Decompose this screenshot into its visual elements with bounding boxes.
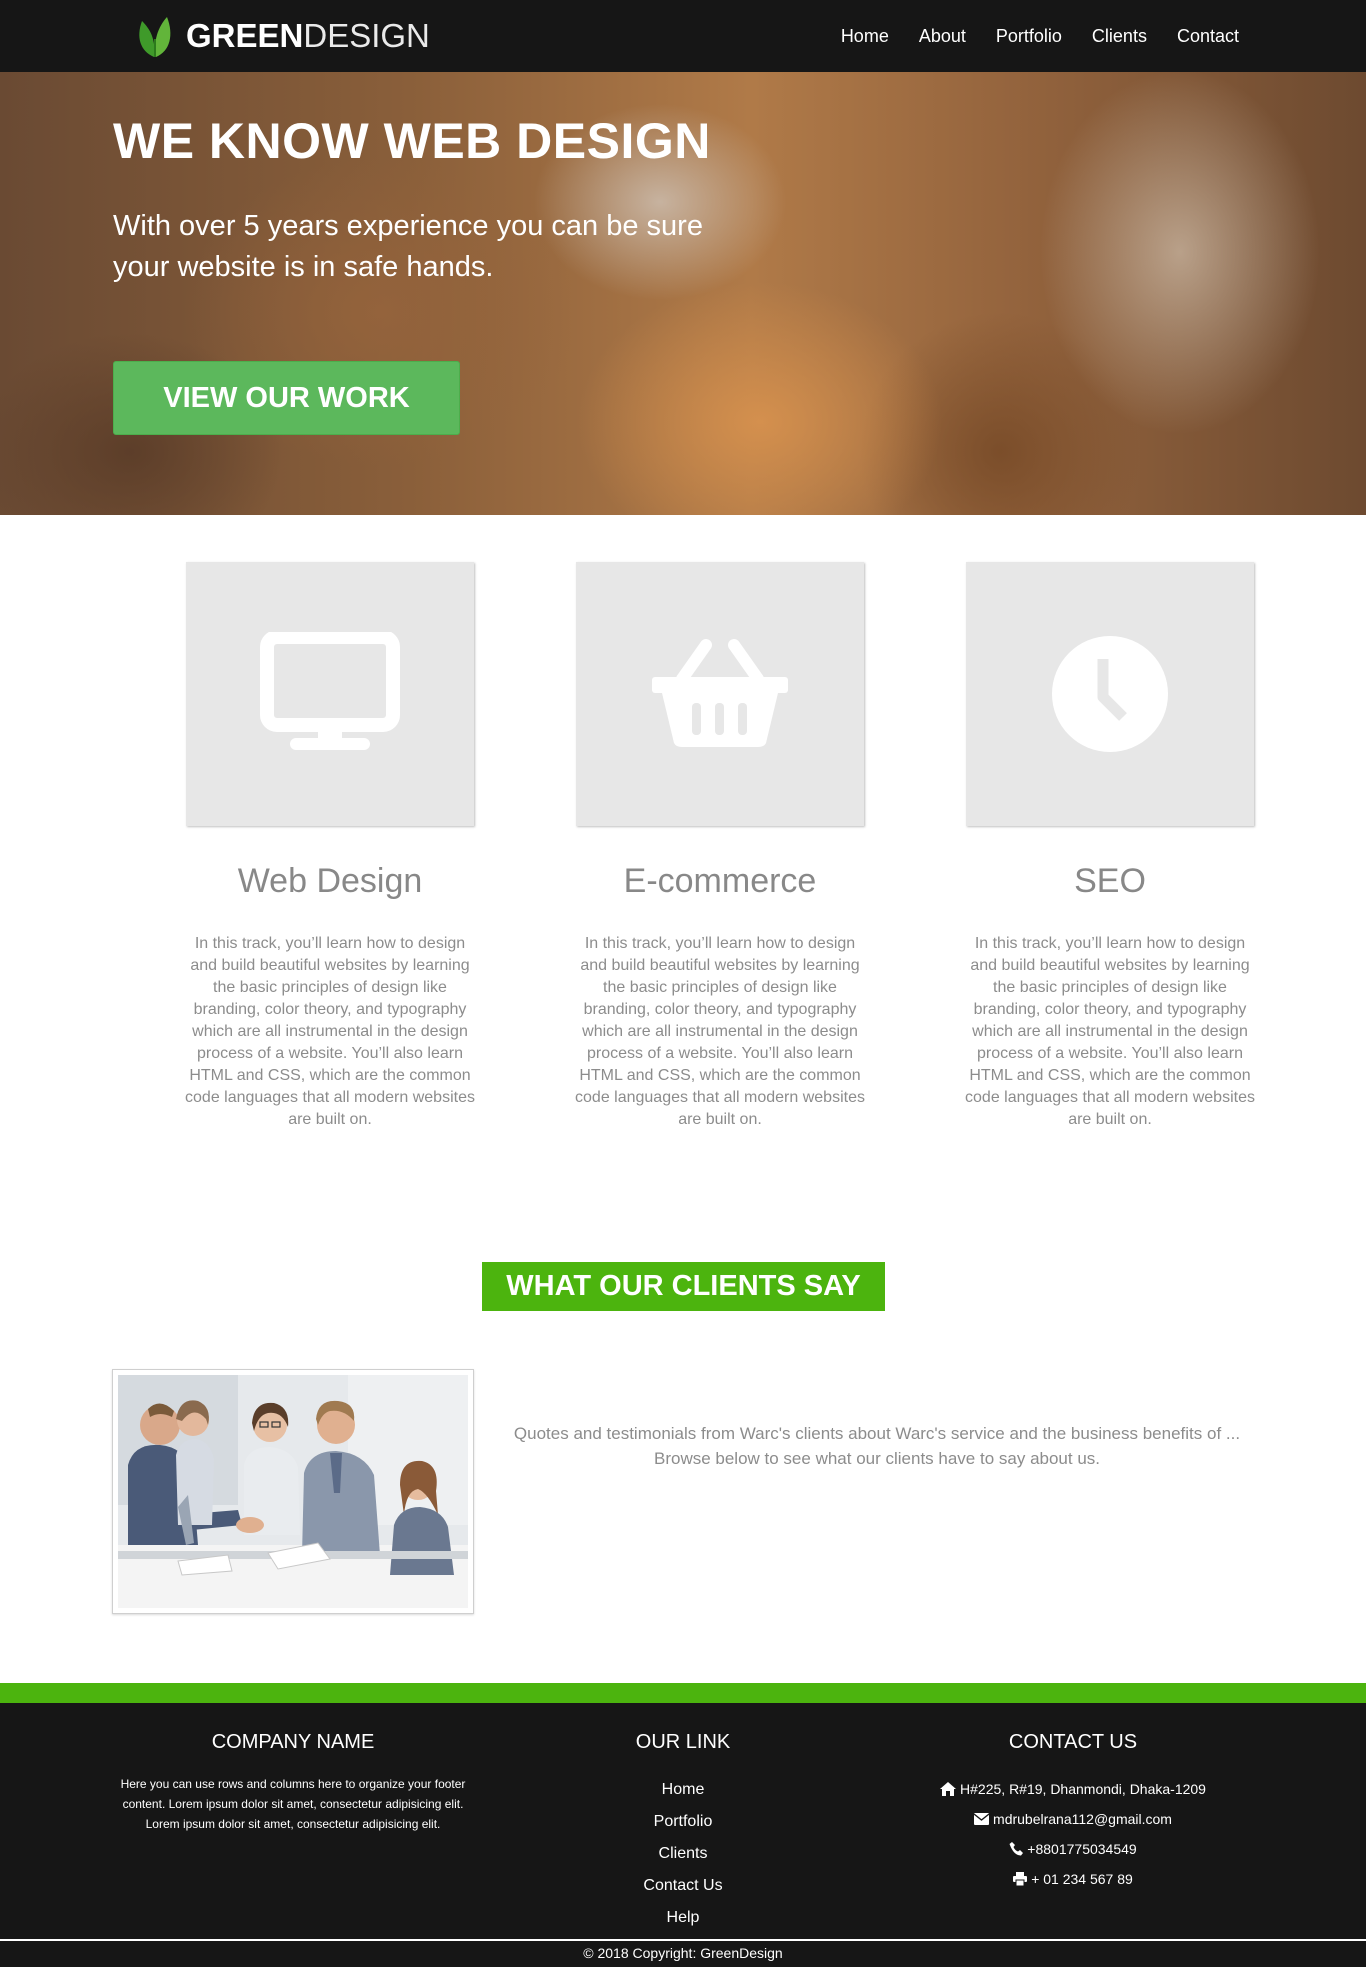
- navbar: GREENDESIGN Home About Portfolio Clients…: [0, 0, 1366, 72]
- client-testimonial-text: Quotes and testimonials from Warc's clie…: [513, 1424, 1241, 1468]
- monitor-icon: [260, 632, 400, 750]
- nav-link-portfolio[interactable]: Portfolio: [996, 26, 1062, 47]
- service-description: In this track, you’ll learn how to desig…: [185, 935, 475, 1128]
- logo-text-bold: GREEN: [186, 17, 304, 54]
- logo[interactable]: GREENDESIGN: [134, 10, 430, 62]
- nav-link-clients[interactable]: Clients: [1092, 26, 1147, 47]
- footer-company-text: Here you can use rows and columns here t…: [120, 1777, 466, 1831]
- footer: COMPANY NAME Here you can use rows and c…: [0, 1703, 1366, 1939]
- footer-address-text: H#225, R#19, Dhanmondi, Dhaka-1209: [960, 1781, 1206, 1797]
- clients-section-title: WHAT OUR CLIENTS SAY: [482, 1262, 885, 1311]
- nav-menu: Home About Portfolio Clients Contact: [811, 0, 1239, 72]
- footer-link-home[interactable]: Home: [600, 1774, 766, 1806]
- service-title: Web Design: [237, 862, 423, 900]
- footer-link-help[interactable]: Help: [600, 1902, 766, 1934]
- hero-title: WE KNOW WEB DESIGN: [113, 113, 711, 169]
- nav-link-about[interactable]: About: [919, 26, 966, 47]
- service-icon-box: [186, 562, 474, 826]
- leaf-logo-icon: [139, 17, 171, 57]
- phone-icon: [1009, 1842, 1024, 1856]
- service-icon-box: [576, 562, 864, 826]
- clock-icon: [1052, 636, 1168, 752]
- home-icon: [940, 1782, 957, 1796]
- footer-contact-title: CONTACT US: [1008, 1731, 1138, 1753]
- footer-accent-bar: [0, 1683, 1366, 1703]
- footer-links-title: OUR LINK: [635, 1731, 731, 1753]
- footer-link-contact-us[interactable]: Contact Us: [600, 1870, 766, 1902]
- footer-fax-text: + 01 234 567 89: [1031, 1871, 1133, 1887]
- footer-address: H#225, R#19, Dhanmondi, Dhaka-1209: [912, 1774, 1234, 1804]
- business-meeting-image: [118, 1375, 468, 1608]
- footer-link-portfolio[interactable]: Portfolio: [600, 1806, 766, 1838]
- hero-subtitle: With over 5 years experience you can be …: [113, 210, 703, 283]
- service-description: In this track, you’ll learn how to desig…: [965, 935, 1255, 1128]
- footer-phone-text[interactable]: +8801775034549: [1027, 1834, 1136, 1864]
- footer-links: OUR LINK Home Portfolio Clients Contact …: [600, 1731, 766, 1934]
- service-title: SEO: [1074, 862, 1146, 900]
- service-icon-box: [966, 562, 1254, 826]
- nav-link-contact[interactable]: Contact: [1177, 26, 1239, 47]
- envelope-icon: [974, 1813, 990, 1825]
- view-our-work-button[interactable]: VIEW OUR WORK: [113, 361, 460, 435]
- basket-icon: [652, 639, 788, 747]
- footer-email: mdrubelrana112@gmail.com: [912, 1804, 1234, 1834]
- footer-email-text[interactable]: mdrubelrana112@gmail.com: [993, 1804, 1172, 1834]
- footer-company: COMPANY NAME Here you can use rows and c…: [112, 1731, 474, 1834]
- footer-company-title: COMPANY NAME: [211, 1731, 375, 1753]
- service-title: E-commerce: [623, 862, 817, 900]
- hero-banner: WE KNOW WEB DESIGN With over 5 years exp…: [0, 72, 1366, 515]
- footer-fax: + 01 234 567 89: [912, 1864, 1234, 1894]
- client-photo: [112, 1369, 474, 1614]
- logo-text-light: DESIGN: [303, 17, 430, 54]
- footer-contact: CONTACT US H#225, R#19, Dhanmondi, Dhaka…: [912, 1731, 1234, 1894]
- footer-phone: +8801775034549: [912, 1834, 1234, 1864]
- footer-link-clients[interactable]: Clients: [600, 1838, 766, 1870]
- copyright-bar: © 2018 Copyright: GreenDesign: [0, 1939, 1366, 1967]
- print-icon: [1013, 1872, 1028, 1886]
- service-description: In this track, you’ll learn how to desig…: [575, 935, 865, 1128]
- nav-link-home[interactable]: Home: [841, 26, 889, 47]
